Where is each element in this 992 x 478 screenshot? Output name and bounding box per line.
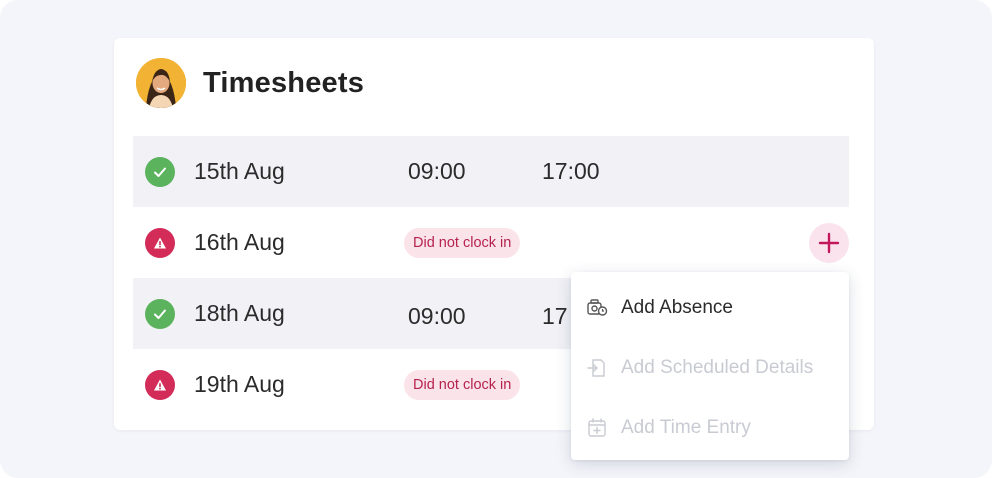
timesheet-row[interactable]: 15th Aug 09:00 17:00: [133, 136, 849, 207]
plus-icon: [818, 232, 840, 254]
check-icon: [145, 299, 175, 329]
clock-in-time: 09:00: [408, 158, 466, 184]
page-title: Timesheets: [203, 66, 365, 99]
row-date: 19th Aug: [194, 371, 285, 397]
scheduled-details-icon: [586, 357, 608, 379]
menu-item-label: Add Scheduled Details: [621, 357, 814, 378]
status-badge: Did not clock in: [404, 227, 521, 258]
menu-item-label: Add Time Entry: [621, 417, 751, 438]
check-icon: [145, 157, 175, 187]
absence-icon: [586, 297, 608, 319]
timesheet-row[interactable]: 16th Aug Did not clock in: [133, 207, 849, 278]
clock-out-time: 17: [542, 303, 568, 329]
menu-item-add-time-entry[interactable]: Add Time Entry: [571, 398, 849, 458]
calendar-plus-icon: [586, 417, 608, 439]
warning-icon: [145, 370, 175, 400]
menu-item-add-scheduled-details[interactable]: Add Scheduled Details: [571, 338, 849, 398]
row-date: 15th Aug: [194, 158, 285, 184]
clock-out-time: 17:00: [542, 158, 600, 184]
menu-item-label: Add Absence: [621, 297, 733, 318]
row-date: 18th Aug: [194, 300, 285, 326]
row-date: 16th Aug: [194, 229, 285, 255]
add-button[interactable]: [809, 223, 849, 263]
avatar: [136, 58, 186, 108]
card-header: Timesheets: [136, 58, 364, 108]
status-badge: Did not clock in: [404, 369, 521, 400]
clock-in-time: 09:00: [408, 303, 466, 329]
warning-icon: [145, 228, 175, 258]
page-background: Timesheets 15th Aug 09:00 17:00 16th Aug…: [0, 0, 992, 478]
add-options-menu: Add Absence Add Scheduled Details Add Ti…: [571, 272, 849, 460]
menu-item-add-absence[interactable]: Add Absence: [571, 278, 849, 338]
